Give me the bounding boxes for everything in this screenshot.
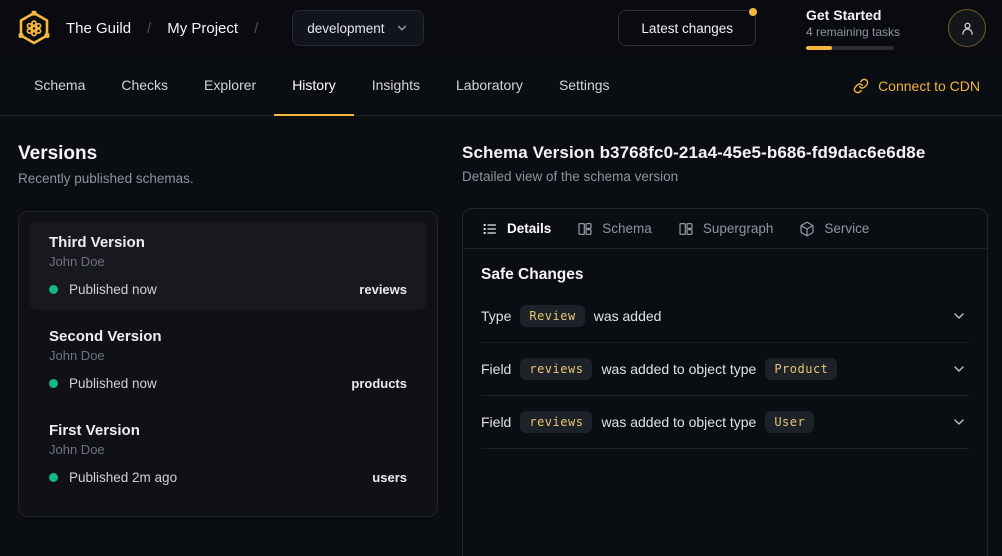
code-badge: reviews [520, 411, 592, 433]
avatar[interactable] [948, 9, 986, 47]
published-status-dot [49, 473, 58, 482]
tab-laboratory[interactable]: Laboratory [438, 56, 541, 116]
chevron-down-icon [395, 21, 409, 35]
versions-panel: Versions Recently published schemas. Thi… [18, 116, 438, 556]
version-status: Published now [69, 376, 157, 391]
tab-service[interactable]: Service [786, 209, 882, 249]
tab-supergraph-label: Supergraph [703, 221, 774, 236]
breadcrumb-project[interactable]: My Project [167, 20, 238, 37]
connect-to-cdn-label: Connect to CDN [878, 78, 980, 94]
tab-supergraph[interactable]: Supergraph [665, 209, 787, 249]
tab-checks[interactable]: Checks [103, 56, 186, 116]
versions-subtitle: Recently published schemas. [18, 171, 438, 186]
get-started-widget[interactable]: Get Started 4 remaining tasks [806, 7, 896, 50]
tab-insights[interactable]: Insights [354, 56, 438, 116]
detail-tabbar: Details Schema S [463, 209, 987, 249]
tab-settings[interactable]: Settings [541, 56, 628, 116]
target-select-dropdown[interactable]: development [292, 10, 423, 46]
change-prefix: Field [481, 414, 511, 430]
published-status-dot [49, 285, 58, 294]
tab-explorer[interactable]: Explorer [186, 56, 274, 116]
schema-version-card: Details Schema S [462, 208, 988, 556]
version-item-second[interactable]: Second Version John Doe Published now pr… [29, 316, 427, 404]
change-text: was added [594, 308, 662, 324]
version-title: Second Version [49, 328, 407, 345]
target-nav: Schema Checks Explorer History Insights … [0, 56, 1002, 116]
code-badge: User [765, 411, 814, 433]
version-service: reviews [359, 282, 407, 297]
tab-details-label: Details [507, 221, 551, 236]
version-status: Published now [69, 282, 157, 297]
change-prefix: Field [481, 361, 511, 377]
main-content: Versions Recently published schemas. Thi… [0, 116, 1002, 556]
link-icon [853, 78, 869, 94]
latest-changes-button[interactable]: Latest changes [618, 10, 756, 46]
version-service: users [372, 470, 407, 485]
target-select-value: development [307, 21, 384, 36]
version-author: John Doe [49, 348, 407, 363]
app-header: The Guild / My Project / development Lat… [0, 0, 1002, 56]
change-text: was added to object type [601, 361, 756, 377]
get-started-subtitle: 4 remaining tasks [806, 25, 896, 39]
get-started-progressbar [806, 46, 894, 50]
hive-logo-icon[interactable] [16, 10, 52, 46]
version-author: John Doe [49, 442, 407, 457]
version-item-third[interactable]: Third Version John Doe Published now rev… [29, 222, 427, 310]
change-row-type-review[interactable]: Type Review was added [481, 290, 969, 343]
change-row-field-user[interactable]: Field reviews was added to object type U… [481, 396, 969, 449]
tab-schema-view[interactable]: Schema [564, 209, 665, 249]
list-icon [482, 221, 498, 237]
breadcrumb-org[interactable]: The Guild [66, 20, 131, 37]
chevron-down-icon [951, 361, 967, 377]
changes-section: Safe Changes Type Review was added Field… [463, 249, 987, 449]
version-item-first[interactable]: First Version John Doe Published 2m ago … [29, 410, 427, 498]
get-started-title: Get Started [806, 7, 896, 23]
code-badge: reviews [520, 358, 592, 380]
chevron-down-icon [951, 414, 967, 430]
latest-changes-label: Latest changes [641, 21, 733, 36]
tab-history[interactable]: History [274, 56, 354, 116]
code-badge: Review [520, 305, 584, 327]
version-status: Published 2m ago [69, 470, 177, 485]
user-icon [959, 20, 976, 37]
tab-schema[interactable]: Schema [16, 56, 103, 116]
change-text: was added to object type [601, 414, 756, 430]
version-author: John Doe [49, 254, 407, 269]
cube-icon [799, 221, 815, 237]
version-title: Third Version [49, 234, 407, 251]
schema-version-title: Schema Version b3768fc0-21a4-45e5-b686-f… [462, 143, 988, 163]
chevron-down-icon [951, 308, 967, 324]
columns-icon [577, 221, 593, 237]
get-started-progress-fill [806, 46, 832, 50]
notification-dot [749, 8, 757, 16]
schema-version-detail: Schema Version b3768fc0-21a4-45e5-b686-f… [462, 116, 988, 556]
schema-version-subtitle: Detailed view of the schema version [462, 169, 988, 184]
code-badge: Product [765, 358, 837, 380]
change-row-field-product[interactable]: Field reviews was added to object type P… [481, 343, 969, 396]
published-status-dot [49, 379, 58, 388]
safe-changes-title: Safe Changes [481, 266, 969, 284]
versions-list: Third Version John Doe Published now rev… [18, 211, 438, 517]
connect-to-cdn-link[interactable]: Connect to CDN [853, 78, 986, 94]
version-service: products [351, 376, 407, 391]
version-title: First Version [49, 422, 407, 439]
versions-title: Versions [18, 143, 438, 165]
breadcrumb-separator: / [254, 20, 258, 37]
tab-details[interactable]: Details [469, 209, 564, 249]
tab-service-label: Service [824, 221, 869, 236]
breadcrumb-separator: / [147, 20, 151, 37]
columns-icon [678, 221, 694, 237]
change-prefix: Type [481, 308, 511, 324]
tab-schema-label: Schema [602, 221, 652, 236]
